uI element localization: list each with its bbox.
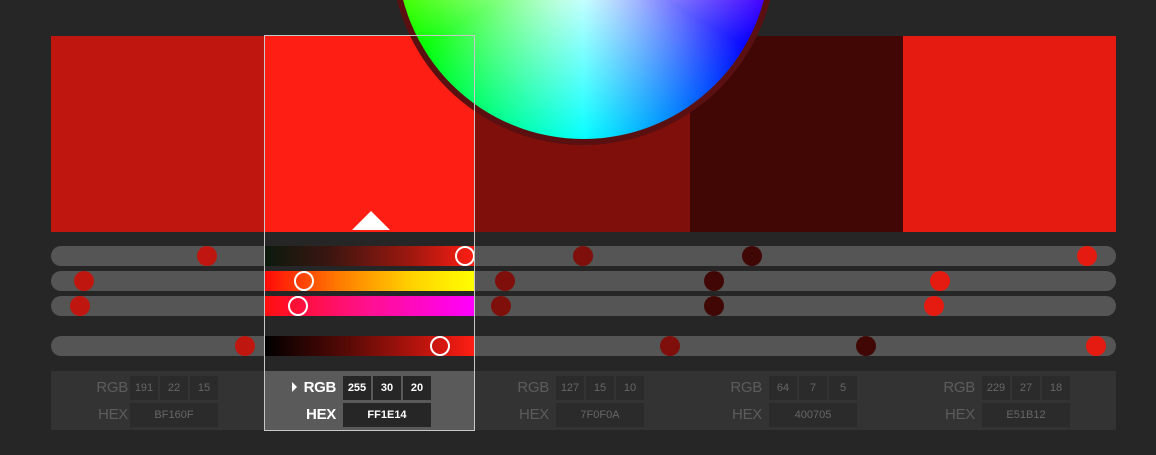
rgb-label: RGB — [96, 379, 128, 396]
green-field[interactable]: 15 — [586, 376, 614, 400]
selected-swatch-indicator — [352, 211, 390, 230]
blue-field[interactable]: 10 — [616, 376, 644, 400]
blue-field[interactable]: 18 — [1042, 376, 1070, 400]
hex-field[interactable]: 7F0F0A — [556, 403, 644, 427]
saturation-slider-handle[interactable] — [703, 296, 724, 316]
blue-field[interactable]: 20 — [403, 376, 431, 400]
hex-label: HEX — [945, 406, 975, 423]
brightness-slider-handle[interactable] — [1076, 246, 1097, 266]
saturation-slider-track[interactable] — [51, 296, 1116, 316]
rgb-label: RGB — [517, 379, 549, 396]
value-slider-track[interactable] — [51, 336, 1116, 356]
blue-field[interactable]: 15 — [190, 376, 218, 400]
hex-label: HEX — [519, 406, 549, 423]
value-slider-handle[interactable] — [855, 336, 876, 356]
hex-label: HEX — [732, 406, 762, 423]
red-field[interactable]: 64 — [769, 376, 797, 400]
hex-field[interactable]: BF160F — [130, 403, 218, 427]
rgb-label: RGB — [943, 379, 975, 396]
hex-field[interactable]: FF1E14 — [343, 403, 431, 427]
green-field[interactable]: 30 — [373, 376, 401, 400]
green-field[interactable]: 7 — [799, 376, 827, 400]
green-field[interactable]: 27 — [1012, 376, 1040, 400]
hex-label: HEX — [306, 406, 336, 423]
saturation-slider-handle[interactable] — [490, 296, 511, 316]
hue-slider-handle[interactable] — [930, 271, 951, 291]
hue-slider-handle[interactable] — [293, 271, 314, 291]
rgb-label: RGB — [303, 379, 337, 396]
green-field[interactable]: 22 — [160, 376, 188, 400]
brightness-slider-handle[interactable] — [572, 246, 593, 266]
red-field[interactable]: 127 — [556, 376, 584, 400]
brightness-slider-handle[interactable] — [742, 246, 763, 266]
red-field[interactable]: 229 — [982, 376, 1010, 400]
brightness-slider-gradient — [265, 246, 475, 266]
hex-field[interactable]: E51B12 — [982, 403, 1070, 427]
saturation-slider-handle[interactable] — [287, 296, 308, 316]
swatch-5[interactable] — [903, 36, 1116, 232]
brightness-slider-handle[interactable] — [196, 246, 217, 266]
red-field[interactable]: 191 — [130, 376, 158, 400]
brightness-slider-handle[interactable] — [455, 246, 475, 266]
red-field[interactable]: 255 — [343, 376, 371, 400]
swatch-1[interactable] — [51, 36, 265, 232]
rgb-label: RGB — [730, 379, 762, 396]
hex-field[interactable]: 400705 — [769, 403, 857, 427]
blue-field[interactable]: 5 — [829, 376, 857, 400]
hex-label: HEX — [98, 406, 128, 423]
hue-slider-handle[interactable] — [703, 271, 724, 291]
hue-slider-handle[interactable] — [494, 271, 515, 291]
hue-slider-track[interactable] — [51, 271, 1116, 291]
